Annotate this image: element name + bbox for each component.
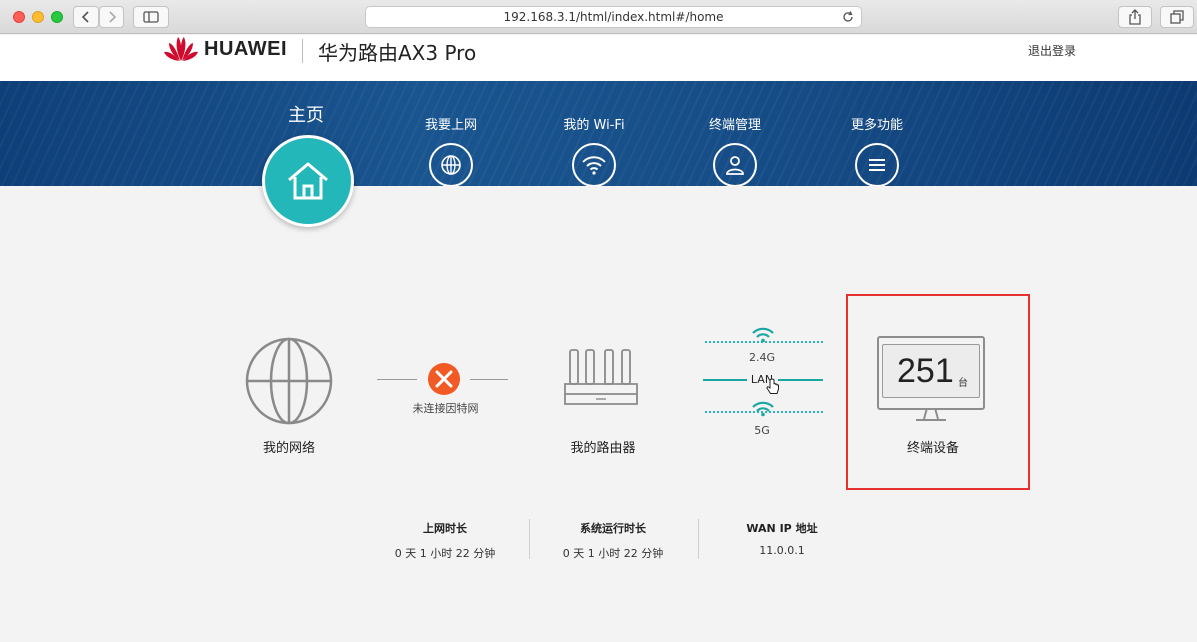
nav-internet-label: 我要上网: [424, 118, 477, 133]
nav-devices-label: 终端管理: [708, 118, 761, 133]
device-count: 251: [897, 352, 954, 390]
forward-button[interactable]: [99, 6, 124, 28]
lan-link-right: [778, 379, 823, 381]
band-24g-label: 2.4G: [748, 351, 776, 364]
share-button[interactable]: [1118, 6, 1152, 28]
wifi-24g-icon: [752, 327, 774, 343]
wan-ip-title: WAN IP 地址: [746, 522, 818, 535]
wifi-5g-icon: [752, 401, 774, 417]
close-window-button[interactable]: [13, 11, 25, 23]
product-name: 华为路由AX3 Pro: [318, 41, 477, 65]
router-header: HUAWEI 华为路由AX3 Pro 退出登录: [0, 35, 1197, 81]
stats-divider-2: [698, 519, 699, 559]
nav-home-label: 主页: [288, 105, 324, 126]
browser-toolbar: 192.168.3.1/html/index.html#/home: [0, 0, 1197, 34]
url-text: 192.168.3.1/html/index.html#/home: [503, 10, 724, 24]
zoom-window-button[interactable]: [51, 11, 63, 23]
logout-link[interactable]: 退出登录: [1028, 42, 1076, 59]
nav-more[interactable]: 更多功能: [817, 81, 937, 186]
nav-home-button[interactable]: [262, 135, 354, 227]
nav-more-label: 更多功能: [850, 118, 903, 133]
internet-globe-icon[interactable]: [244, 336, 334, 426]
router-icon[interactable]: [562, 346, 640, 410]
my-network-label: 我的网络: [262, 441, 315, 456]
reload-icon[interactable]: [841, 10, 855, 24]
chevron-left-icon: [81, 11, 89, 23]
minimize-window-button[interactable]: [32, 11, 44, 23]
terminal-devices-label[interactable]: 终端设备: [873, 437, 993, 456]
wifi-icon: [572, 143, 616, 186]
back-button[interactable]: [73, 6, 99, 28]
wan-link-right: [470, 379, 508, 380]
stats-divider-1: [529, 519, 530, 559]
sidebar-toggle-button[interactable]: [133, 6, 169, 28]
main-nav: 我要上网 我的 Wi-Fi 终端管理 更多功能: [0, 81, 1197, 186]
home-icon: [288, 162, 328, 200]
chevron-right-icon: [108, 11, 116, 23]
monitor-stand-icon: [916, 408, 946, 421]
nav-devices[interactable]: 终端管理: [675, 81, 795, 186]
tabs-button[interactable]: [1160, 6, 1194, 28]
sidebar-icon: [143, 11, 159, 23]
globe-icon: [429, 143, 473, 186]
wan-link-left: [377, 379, 417, 380]
tabs-icon: [1170, 10, 1184, 24]
connection-status: 未连接因特网: [412, 402, 479, 415]
brand-name: HUAWEI: [204, 38, 287, 60]
uptime-value: 0 天 1 小时 22 分钟: [562, 547, 664, 560]
my-router-label: 我的路由器: [570, 441, 636, 456]
nav-wifi-label: 我的 Wi-Fi: [563, 118, 625, 133]
menu-icon: [855, 143, 899, 186]
nav-wifi[interactable]: 我的 Wi-Fi: [534, 81, 654, 186]
hand-cursor-icon: [766, 378, 779, 394]
disconnected-icon[interactable]: [427, 362, 461, 396]
online-duration-title: 上网时长: [423, 522, 467, 535]
address-bar[interactable]: 192.168.3.1/html/index.html#/home: [365, 6, 862, 28]
header-divider: [302, 39, 303, 63]
share-icon: [1129, 9, 1141, 25]
device-count-unit: 台: [958, 378, 968, 389]
nav-internet[interactable]: 我要上网: [391, 81, 511, 186]
band-5g-label: 5G: [754, 424, 770, 437]
huawei-petal-logo-icon: [164, 37, 198, 61]
online-duration-value: 0 天 1 小时 22 分钟: [394, 547, 496, 560]
uptime-title: 系统运行时长: [580, 522, 646, 535]
user-icon: [713, 143, 757, 186]
huawei-logo: [163, 35, 199, 63]
wan-ip-value: 11.0.0.1: [759, 544, 805, 557]
